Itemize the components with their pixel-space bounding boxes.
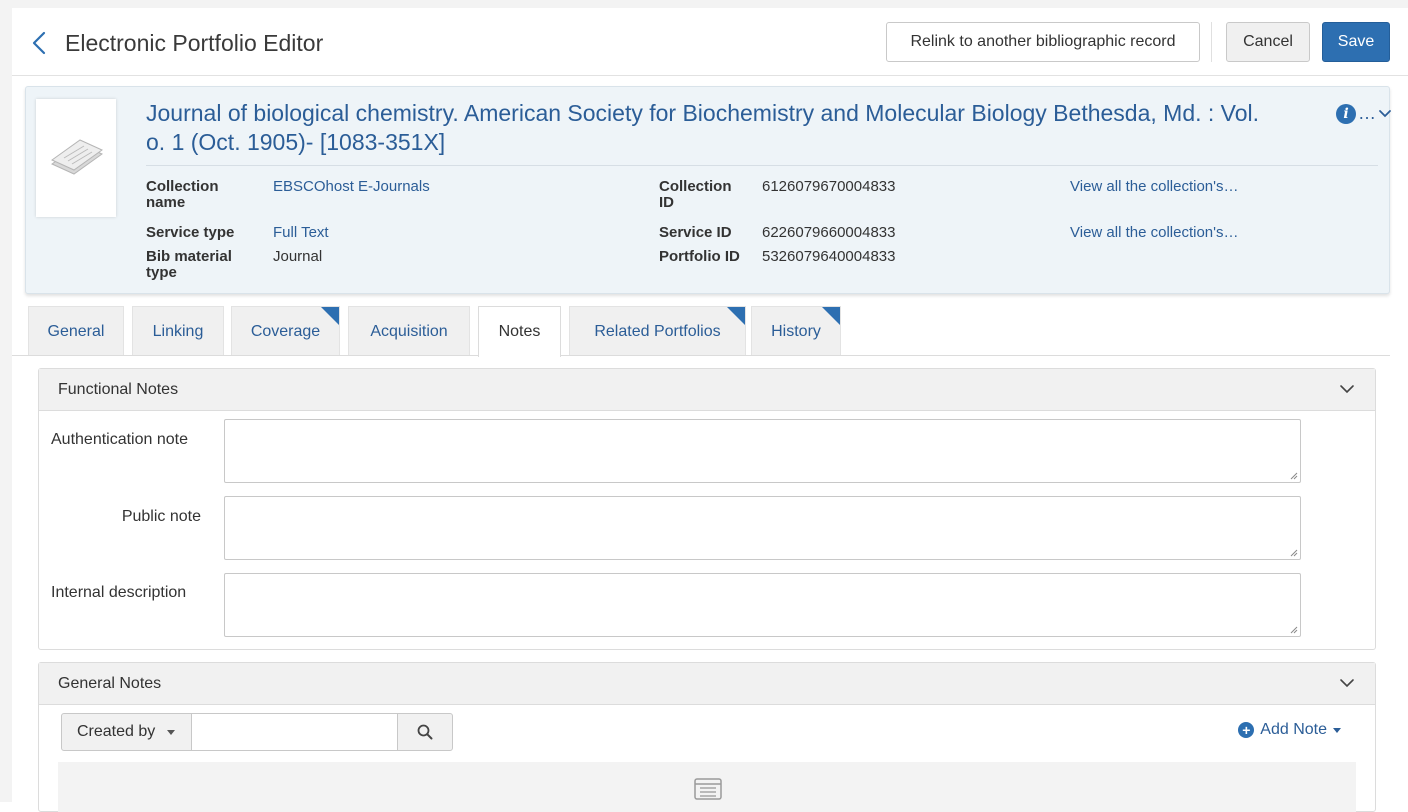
service-type-label: Service type [146,224,235,241]
general-notes-header[interactable]: General Notes [39,663,1375,705]
tab-related-portfolios[interactable]: Related Portfolios [569,306,746,356]
general-notes-section: General Notes Created by + Add Note [38,662,1376,812]
caret-down-icon [167,729,176,735]
add-note-label: Add Note [1260,721,1327,738]
tab-label: Related Portfolios [594,322,721,340]
title-icons: i … [1336,103,1392,124]
resize-handle-icon[interactable] [1290,472,1298,480]
caret-down-icon [1333,727,1341,733]
tab-notes[interactable]: Notes [478,306,561,357]
title-truncation: … [1358,103,1376,123]
tab-label: General [47,322,105,340]
notes-empty-state [58,762,1356,812]
internal-description-field[interactable] [224,573,1301,637]
chevron-down-icon[interactable] [1378,109,1392,119]
bib-material-type-label: Bib material type [146,248,232,281]
left-strip [0,0,12,802]
record-title[interactable]: Journal of biological chemistry. America… [146,99,1326,157]
collection-id-label: Collection ID [659,178,732,211]
tab-modified-flag [321,307,339,325]
tab-label: Coverage [250,322,321,340]
search-icon [417,724,433,740]
list-icon [694,778,722,800]
created-by-filter-dropdown[interactable]: Created by [61,713,192,751]
tab-coverage[interactable]: Coverage [231,306,340,356]
top-strip [0,0,1408,8]
tab-history[interactable]: History [751,306,841,356]
tab-acquisition[interactable]: Acquisition [348,306,470,356]
service-id-value: 6226079660004833 [762,224,896,241]
portfolio-id-value: 5326079640004833 [762,248,896,265]
tab-general[interactable]: General [28,306,124,356]
notes-search-input[interactable] [192,713,398,751]
resize-handle-icon[interactable] [1290,626,1298,634]
editor-header: Electronic Portfolio Editor Relink to an… [12,8,1408,76]
portfolio-id-label: Portfolio ID [659,248,740,265]
save-button[interactable]: Save [1322,22,1390,62]
header-divider [1211,22,1212,62]
info-icon[interactable]: i [1336,103,1356,124]
bib-material-type-value: Journal [273,248,323,265]
cancel-button[interactable]: Cancel [1226,22,1310,62]
plus-circle-icon: + [1238,722,1255,738]
filter-label: Created by [77,723,156,740]
functional-notes-section: Functional Notes Authentication note Pub… [38,368,1376,650]
record-summary-card: Journal of biological chemistry. America… [25,86,1392,294]
view-all-collection-link-1[interactable]: View all the collection's… [1070,179,1239,195]
section-title: Functional Notes [58,381,179,398]
tab-label: Linking [152,322,204,340]
chevron-down-icon[interactable] [1339,383,1355,395]
collection-name-link[interactable]: EBSCOhost E-Journals [273,179,430,195]
public-note-field[interactable] [224,496,1301,560]
tabs-baseline [12,355,1390,356]
journal-icon [51,139,103,175]
public-note-label: Public note [121,508,201,525]
authentication-note-label: Authentication note [51,431,188,448]
page-title: Electronic Portfolio Editor [65,30,324,56]
tab-label: Acquisition [370,322,448,340]
service-type-link[interactable]: Full Text [273,225,329,241]
tab-label: Notes [498,323,541,340]
authentication-note-field[interactable] [224,419,1301,483]
resize-handle-icon[interactable] [1290,549,1298,557]
relink-button[interactable]: Relink to another bibliographic record [886,22,1200,62]
back-button[interactable] [28,28,50,58]
service-id-label: Service ID [659,224,732,241]
tab-linking[interactable]: Linking [132,306,224,356]
tab-label: History [771,322,821,340]
search-button[interactable] [397,713,453,751]
record-title-line-1: Journal of biological chemistry. America… [146,100,1260,126]
chevron-down-icon[interactable] [1339,677,1355,689]
view-all-collection-link-2[interactable]: View all the collection's… [1070,225,1239,241]
section-title: General Notes [58,675,162,692]
internal-description-label: Internal description [51,584,187,601]
add-note-button[interactable]: + Add Note [1238,721,1341,739]
collection-id-value: 6126079670004833 [762,178,896,195]
card-separator [146,165,1378,166]
collection-name-label: Collection name [146,178,219,211]
tab-modified-flag [727,307,745,325]
record-title-line-2: o. 1 (Oct. 1905)- [1083-351X] [146,129,446,155]
record-thumbnail [36,99,116,217]
chevron-left-icon [32,31,46,55]
functional-notes-header[interactable]: Functional Notes [39,369,1375,411]
tab-modified-flag [822,307,840,325]
